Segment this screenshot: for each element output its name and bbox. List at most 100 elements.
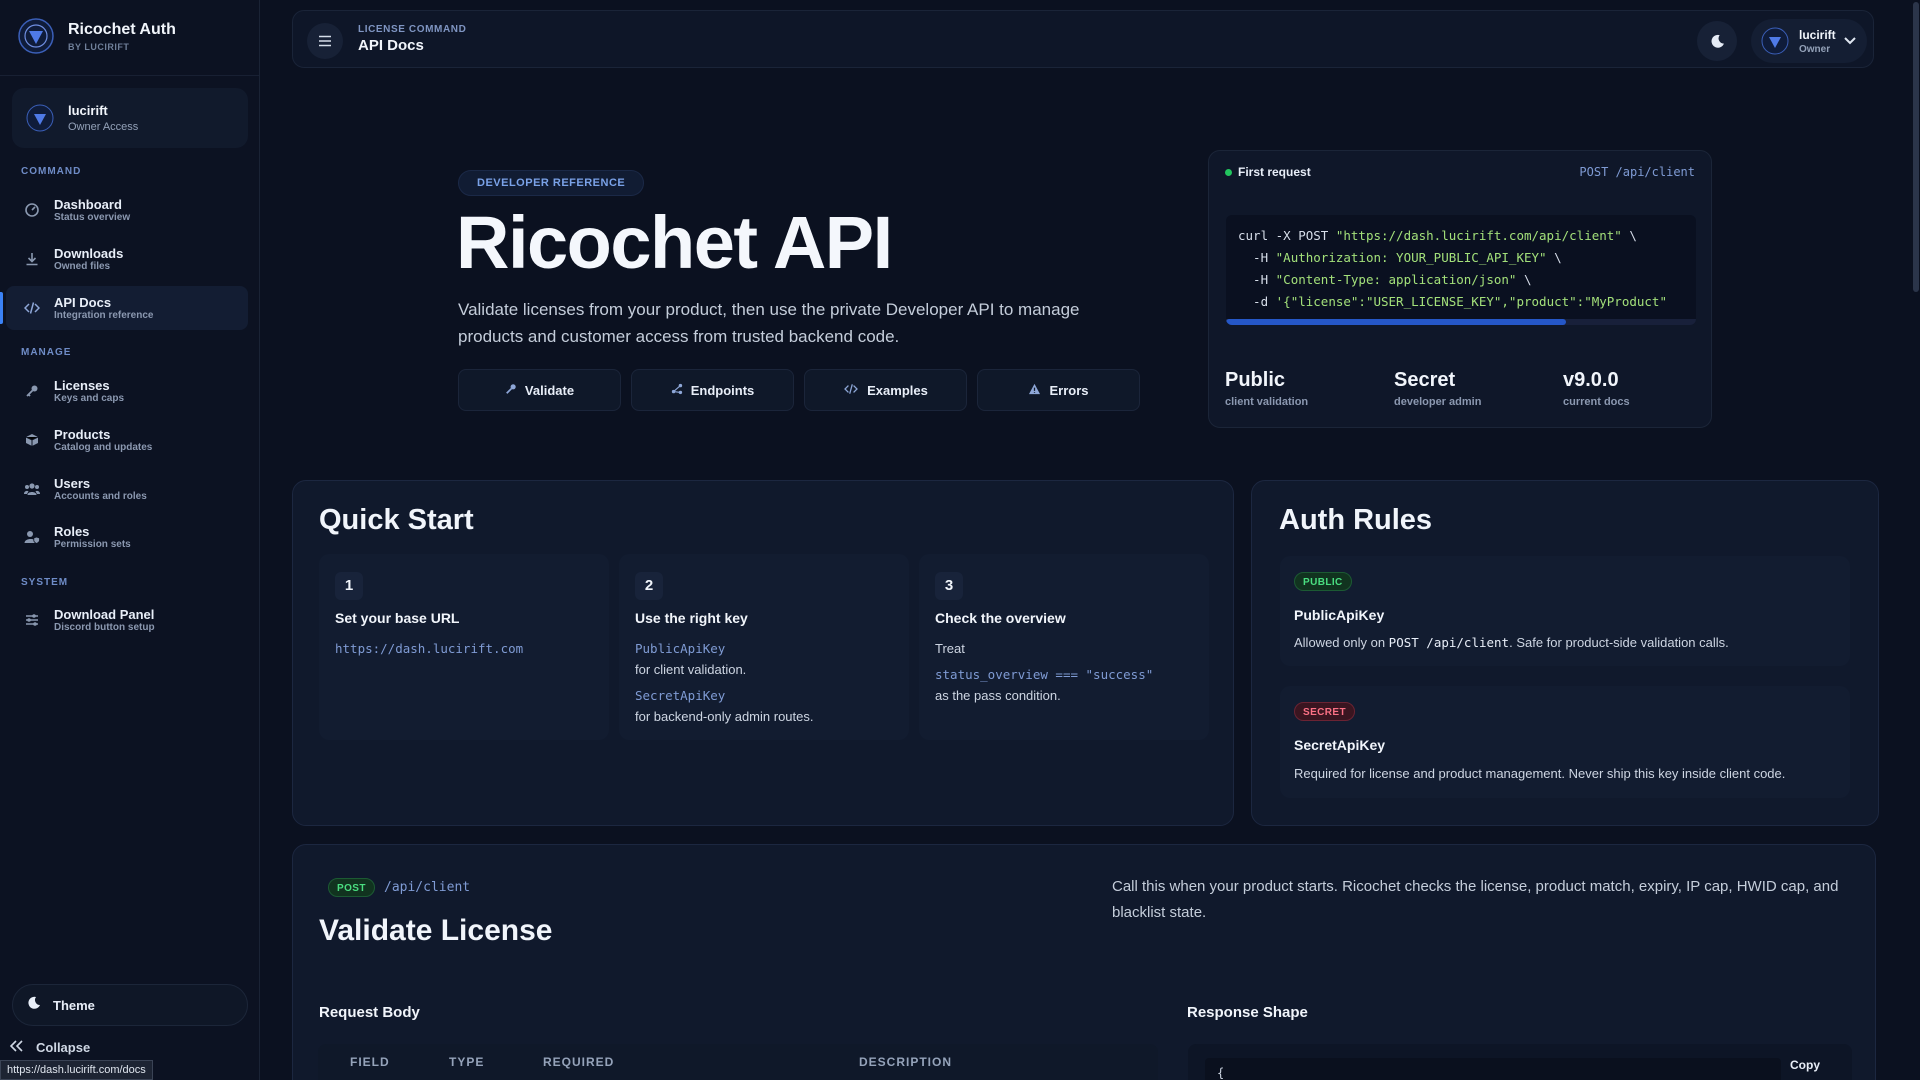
chevron-down-icon	[1844, 37, 1856, 45]
menu-button[interactable]	[307, 23, 343, 59]
code-token: -H	[1238, 272, 1276, 287]
response-code[interactable]: {	[1205, 1058, 1781, 1080]
sidebar-item-sub: Discord button setup	[54, 621, 155, 633]
hero-title: Ricochet API	[456, 201, 893, 284]
stat-secret: Secret developer admin	[1394, 369, 1563, 408]
method-badge: POST	[328, 878, 375, 897]
hero-description: Validate licenses from your product, the…	[458, 300, 1080, 346]
key-icon	[505, 383, 517, 398]
sidebar-item-label: Products	[54, 426, 111, 442]
sidebar-item-download-panel[interactable]: Download Panel Discord button setup	[6, 598, 248, 642]
sidebar-item-api-docs[interactable]: API Docs Integration reference	[0, 286, 248, 330]
sidebar-item-label: Download Panel	[54, 606, 155, 622]
sidebar-item-label: Dashboard	[54, 196, 122, 212]
tab-endpoints[interactable]: Endpoints	[631, 369, 794, 411]
sidebar-item-products[interactable]: Products Catalog and updates	[6, 418, 248, 462]
brand[interactable]: Ricochet Auth BY LUCIRIFT	[18, 18, 176, 54]
status-bar-url: https://dash.lucirift.com/docs	[0, 1060, 153, 1080]
dashboard-icon	[24, 202, 40, 218]
code-horizontal-scrollbar[interactable]	[1226, 319, 1696, 325]
column-header: DESCRIPTION	[859, 1055, 953, 1069]
tab-label: Errors	[1049, 382, 1089, 398]
warning-icon	[1028, 383, 1041, 398]
response-shape-heading: Response Shape	[1187, 1004, 1308, 1021]
step-number: 3	[935, 572, 963, 600]
section-label-command: COMMAND	[21, 166, 82, 177]
quick-start-title: Quick Start	[319, 504, 474, 536]
sidebar-item-label: Users	[54, 475, 91, 491]
step-title: Check the overview	[935, 610, 1066, 626]
code-token: \	[1516, 272, 1532, 287]
validate-license-description: Call this when your product starts. Rico…	[1112, 878, 1839, 921]
code-icon	[24, 300, 40, 316]
code-string: "https://dash.lucirift.com/api/client"	[1335, 228, 1622, 243]
tab-validate[interactable]: Validate	[458, 369, 621, 411]
sidebar-item-sub: Catalog and updates	[54, 441, 153, 453]
request-body-table-header: FIELD TYPE REQUIRED DESCRIPTION	[318, 1044, 1158, 1080]
code-token: {	[1217, 1066, 1225, 1080]
stat-value: Secret	[1394, 369, 1456, 391]
code-token: curl -X POST	[1238, 228, 1336, 243]
scroll-thumb[interactable]	[1913, 2, 1919, 292]
public-key-code: PublicApiKey	[635, 641, 726, 656]
sidebar-item-sub: Accounts and roles	[54, 490, 147, 502]
sidebar-item-sub: Permission sets	[54, 538, 131, 550]
topbar-user-name: lucirift	[1799, 27, 1836, 42]
status-dot	[1225, 168, 1232, 176]
divider	[0, 75, 259, 76]
step-body: Treat status_overview === "success" as t…	[935, 638, 1195, 706]
share-icon	[671, 383, 683, 398]
curl-code-block[interactable]: curl -X POST "https://dash.lucirift.com/…	[1226, 215, 1696, 325]
tab-errors[interactable]: Errors	[977, 369, 1140, 411]
auth-rule-secret: SECRET SecretApiKey Required for license…	[1280, 686, 1850, 798]
brand-title: Ricochet Auth	[68, 21, 176, 38]
code-token: status_overview	[935, 667, 1048, 682]
stat-public: Public client validation	[1225, 369, 1394, 408]
auth-rule-public: PUBLIC PublicApiKey Allowed only on POST…	[1280, 556, 1850, 666]
copy-button[interactable]: Copy	[1790, 1058, 1820, 1072]
base-url-code: https://dash.lucirift.com	[335, 641, 524, 656]
sidebar-item-licenses[interactable]: Licenses Keys and caps	[6, 369, 248, 413]
rule-text: . Safe for product-side validation calls…	[1509, 635, 1729, 650]
rule-description: Required for license and product managem…	[1294, 766, 1786, 781]
user-card[interactable]: lucirift Owner Access	[12, 88, 248, 148]
sidebar-item-users[interactable]: Users Accounts and roles	[6, 467, 248, 511]
tab-label: Validate	[524, 382, 575, 398]
stat-label: client validation	[1225, 396, 1309, 408]
public-badge: PUBLIC	[1294, 572, 1352, 591]
sidebar-item-label: Roles	[54, 523, 90, 539]
theme-toggle-button[interactable]: Theme	[12, 984, 248, 1026]
first-request-label: First request	[1238, 165, 1311, 179]
user-menu-button[interactable]: lucirift Owner	[1751, 19, 1867, 63]
sidebar: Ricochet Auth BY LUCIRIFT lucirift Owner…	[0, 0, 260, 1080]
dark-mode-button[interactable]	[1697, 21, 1737, 61]
collapse-button[interactable]: Collapse	[9, 1040, 90, 1055]
brand-subtitle: BY LUCIRIFT	[68, 42, 130, 52]
validate-license-title: Validate License	[319, 914, 553, 947]
sliders-icon	[24, 612, 40, 628]
step-text: as the pass condition.	[935, 688, 1061, 703]
request-body-heading: Request Body	[319, 1004, 420, 1021]
hamburger-icon	[319, 35, 331, 47]
sidebar-item-sub: Integration reference	[54, 309, 154, 321]
tab-label: Examples	[867, 382, 928, 398]
sidebar-item-sub: Owned files	[54, 260, 111, 272]
moon-icon	[27, 996, 41, 1015]
scroll-thumb[interactable]	[1226, 319, 1566, 325]
sidebar-item-dashboard[interactable]: Dashboard Status overview	[6, 188, 248, 232]
topbar: LICENSE COMMAND API Docs lucirift Owner	[292, 10, 1874, 68]
tab-examples[interactable]: Examples	[804, 369, 967, 411]
code-icon	[843, 383, 859, 398]
users-icon	[24, 481, 40, 497]
stat-value: Public	[1225, 369, 1286, 391]
sidebar-item-downloads[interactable]: Downloads Owned files	[6, 237, 248, 281]
stat-label: developer admin	[1394, 396, 1482, 408]
first-request-endpoint: POST /api/client	[1579, 165, 1695, 179]
moon-icon	[1711, 34, 1724, 48]
step-title: Set your base URL	[335, 610, 460, 626]
sidebar-item-roles[interactable]: Roles Permission sets	[6, 515, 248, 559]
avatar	[26, 104, 54, 132]
topbar-eyebrow: LICENSE COMMAND	[358, 24, 467, 35]
page-scrollbar[interactable]	[1912, 0, 1920, 1080]
code-operator: ===	[1047, 667, 1086, 682]
